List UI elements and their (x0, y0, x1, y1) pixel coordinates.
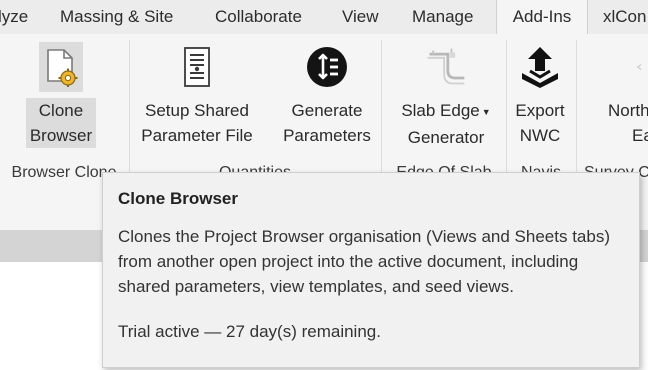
setup-shared-parameter-file-button[interactable]: Setup Shared Parameter File (135, 38, 259, 158)
tab-manage[interactable]: Manage (412, 0, 473, 34)
slab-edge-generator-button[interactable]: Slab Edge ▼ Generator (392, 38, 500, 158)
generate-parameters-label: Generate Parameters (283, 101, 371, 145)
panel-separator (381, 40, 382, 190)
clone-browser-tooltip: Clone Browser Clones the Project Browser… (102, 172, 640, 368)
ribbon-tab-bar: lyze Massing & Site Collaborate View Man… (0, 0, 648, 34)
tab-analyze[interactable]: lyze (0, 0, 28, 34)
tooltip-description: Clones the Project Browser organisation … (118, 227, 610, 296)
generate-parameters-button[interactable]: Generate Parameters (278, 38, 376, 158)
slab-edge-icon (424, 42, 468, 92)
north-east-label: North Ea (608, 101, 648, 145)
panel-separator (129, 40, 130, 190)
tab-massing-site[interactable]: Massing & Site (60, 0, 173, 34)
document-gear-icon (39, 42, 83, 92)
export-upload-icon (518, 42, 562, 92)
setup-shared-parameter-file-label: Setup Shared Parameter File (141, 101, 253, 145)
clone-browser-button[interactable]: Clone Browser (22, 38, 100, 158)
north-east-button[interactable]: North Ea (598, 38, 648, 158)
panel-separator (576, 40, 577, 190)
panel-separator (506, 40, 507, 190)
tab-add-ins[interactable]: Add-Ins (496, 0, 588, 34)
tooltip-title: Clone Browser (118, 189, 238, 208)
tab-view[interactable]: View (342, 0, 379, 34)
tab-xlcon[interactable]: xlCon (603, 0, 646, 34)
dropdown-arrow-icon[interactable]: ▼ (482, 107, 491, 117)
north-arrow-icon (598, 42, 642, 92)
export-nwc-button[interactable]: Export NWC (509, 38, 571, 158)
export-nwc-label: Export NWC (515, 101, 565, 145)
tab-collaborate[interactable]: Collaborate (215, 0, 302, 34)
document-list-icon (175, 42, 219, 92)
slab-edge-generator-label: Slab Edge ▼ Generator (401, 101, 491, 147)
sort-circle-icon (305, 42, 349, 92)
clone-browser-label: Clone Browser (25, 98, 97, 148)
tooltip-trial-status: Trial active — 27 day(s) remaining. (118, 322, 381, 341)
